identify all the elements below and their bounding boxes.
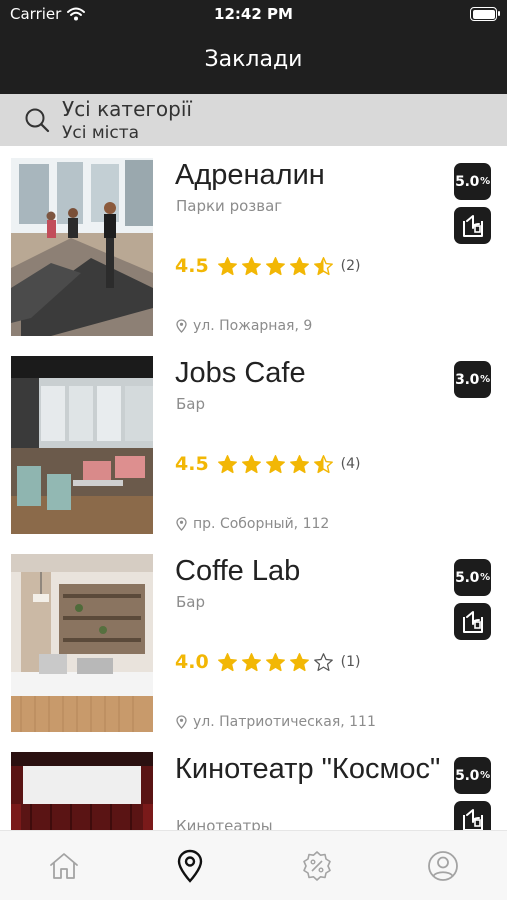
place-category: Бар bbox=[176, 593, 206, 611]
star-full-icon bbox=[217, 454, 237, 473]
status-time: 12:42 PM bbox=[214, 5, 293, 23]
share-icon bbox=[462, 808, 483, 830]
map-pin-icon bbox=[177, 849, 203, 883]
profile-icon bbox=[428, 851, 458, 881]
address-row: ул. Патриотическая, 111 bbox=[176, 714, 376, 730]
share-button[interactable] bbox=[454, 801, 491, 830]
address-row: ул. Пожарная, 9 bbox=[176, 318, 312, 334]
star-full-icon bbox=[217, 256, 237, 275]
star-full-icon bbox=[241, 652, 261, 671]
share-icon bbox=[462, 214, 483, 237]
tab-discounts[interactable] bbox=[300, 849, 334, 883]
place-photo-gym bbox=[11, 158, 153, 336]
tab-map[interactable] bbox=[173, 849, 207, 883]
nav-bar: Заклади bbox=[0, 28, 507, 94]
rating-value: 4.5 bbox=[175, 255, 209, 277]
rating-stars bbox=[217, 652, 334, 673]
city-filter[interactable]: Усі міста bbox=[62, 122, 192, 144]
tab-bar bbox=[0, 830, 507, 900]
star-full-icon bbox=[265, 454, 285, 473]
place-category: Парки розваг bbox=[176, 197, 283, 215]
rating-value: 4.5 bbox=[175, 453, 209, 475]
page-title: Заклади bbox=[204, 47, 303, 72]
star-full-icon bbox=[241, 454, 261, 473]
rating-row: 4.5 (4) bbox=[175, 452, 361, 476]
battery-icon bbox=[470, 7, 500, 21]
tab-profile[interactable] bbox=[426, 849, 460, 883]
status-bar: Carrier 12:42 PM bbox=[0, 0, 507, 28]
location-pin-icon bbox=[176, 715, 187, 729]
star-full-icon bbox=[217, 652, 237, 671]
discount-badge: 5.0% bbox=[454, 559, 491, 596]
rating-stars bbox=[217, 454, 334, 475]
star-full-icon bbox=[289, 454, 309, 473]
places-list[interactable]: Адреналин Парки розваг 4.5 (2) ул. Пожар… bbox=[0, 146, 507, 830]
place-card[interactable]: Jobs Cafe Бар 4.5 (4) пр. Соборный, 112 … bbox=[0, 344, 507, 542]
search-filter-bar[interactable]: Усі категорії Усі міста bbox=[0, 94, 507, 146]
rating-value: 4.0 bbox=[175, 651, 209, 673]
star-full-icon bbox=[265, 652, 285, 671]
star-half-icon bbox=[313, 454, 333, 473]
star-full-icon bbox=[241, 256, 261, 275]
rating-row: 4.0 (1) bbox=[175, 650, 361, 674]
place-address: ул. Патриотическая, 111 bbox=[193, 714, 376, 730]
star-empty-icon bbox=[313, 652, 333, 671]
place-card[interactable]: Адреналин Парки розваг 4.5 (2) ул. Пожар… bbox=[0, 146, 507, 344]
review-count: (4) bbox=[340, 456, 361, 472]
discount-badge: 5.0% bbox=[454, 163, 491, 200]
rating-stars bbox=[217, 256, 334, 277]
review-count: (1) bbox=[340, 654, 361, 670]
place-category: Кинотеатры bbox=[176, 817, 273, 830]
star-full-icon bbox=[265, 256, 285, 275]
place-title[interactable]: Кинотеатр "Космос" bbox=[175, 754, 445, 785]
place-title[interactable]: Jobs Cafe bbox=[175, 358, 445, 389]
home-icon bbox=[50, 853, 78, 879]
place-photo-cinema bbox=[11, 752, 153, 830]
place-address: ул. Пожарная, 9 bbox=[193, 318, 313, 334]
star-full-icon bbox=[289, 256, 309, 275]
discount-icon bbox=[303, 851, 331, 881]
place-category: Бар bbox=[176, 395, 206, 413]
tab-home[interactable] bbox=[47, 849, 81, 883]
discount-badge: 5.0% bbox=[454, 757, 491, 794]
review-count: (2) bbox=[340, 258, 361, 274]
star-half-icon bbox=[313, 256, 333, 275]
place-photo-cafe bbox=[11, 356, 153, 534]
place-address: пр. Соборный, 112 bbox=[193, 516, 330, 532]
place-card[interactable]: Кинотеатр "Космос" Кинотеатры 5.0% bbox=[0, 740, 507, 830]
address-row: пр. Соборный, 112 bbox=[176, 516, 329, 532]
search-icon[interactable] bbox=[24, 107, 50, 133]
star-full-icon bbox=[289, 652, 309, 671]
share-icon bbox=[462, 610, 483, 633]
discount-badge: 3.0% bbox=[454, 361, 491, 398]
location-pin-icon bbox=[176, 319, 187, 333]
location-pin-icon bbox=[176, 517, 187, 531]
search-filters[interactable]: Усі категорії Усі міста bbox=[62, 97, 192, 144]
place-title[interactable]: Coffe Lab bbox=[175, 556, 445, 587]
share-button[interactable] bbox=[454, 207, 491, 244]
place-photo-coffee bbox=[11, 554, 153, 732]
place-title[interactable]: Адреналин bbox=[175, 160, 445, 191]
share-button[interactable] bbox=[454, 603, 491, 640]
place-card[interactable]: Coffe Lab Бар 4.0 (1) ул. Патриотическая… bbox=[0, 542, 507, 740]
category-filter[interactable]: Усі категорії bbox=[62, 97, 192, 122]
rating-row: 4.5 (2) bbox=[175, 254, 361, 278]
